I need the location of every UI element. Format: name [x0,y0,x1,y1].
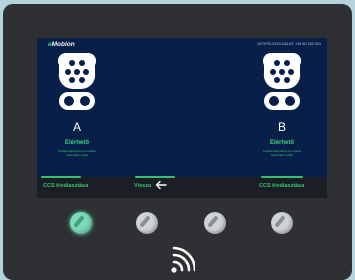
softkey-middle-indicator [135,176,175,178]
connector-a-status: Elérhető [64,140,89,146]
contactless-icon [171,246,195,273]
softkey-left-indicator [41,176,81,178]
connector-a-label: A [72,120,81,134]
charger-body: eMobion ÜGYFÉLSZOLGÁLAT: +36 80 183 024 [3,4,352,280]
hardware-button-1[interactable] [70,212,92,234]
ccs-plug-icon[interactable] [57,51,97,111]
connector-a-note: A töltési kártyádról a mobilon használd … [57,149,97,157]
connector-b-note: A töltési kártyádról a mobilon használd … [262,149,302,157]
hardware-button-3[interactable] [204,212,226,234]
select-ccs-a-softkey[interactable]: CCS kiválasztása [43,183,88,189]
arrow-left-icon[interactable] [155,180,167,190]
brand-logo: eMobion [48,41,75,48]
hardware-button-4[interactable] [271,212,293,234]
back-softkey[interactable]: Vissza [134,183,151,189]
hardware-button-2[interactable] [136,212,158,234]
select-ccs-b-softkey[interactable]: CCS kiválasztása [259,183,304,189]
ccs-plug-icon[interactable] [262,51,302,111]
connector-b-label: B [277,120,286,134]
hotline-text: ÜGYFÉLSZOLGÁLAT: +36 80 183 024 [257,42,321,46]
display-screen: eMobion ÜGYFÉLSZOLGÁLAT: +36 80 183 024 [37,38,327,198]
softkey-right-indicator [261,176,303,178]
softkey-bar: CCS kiválasztása Vissza CCS kiválasztása [37,176,327,198]
connector-b-status: Elérhető [269,140,294,146]
